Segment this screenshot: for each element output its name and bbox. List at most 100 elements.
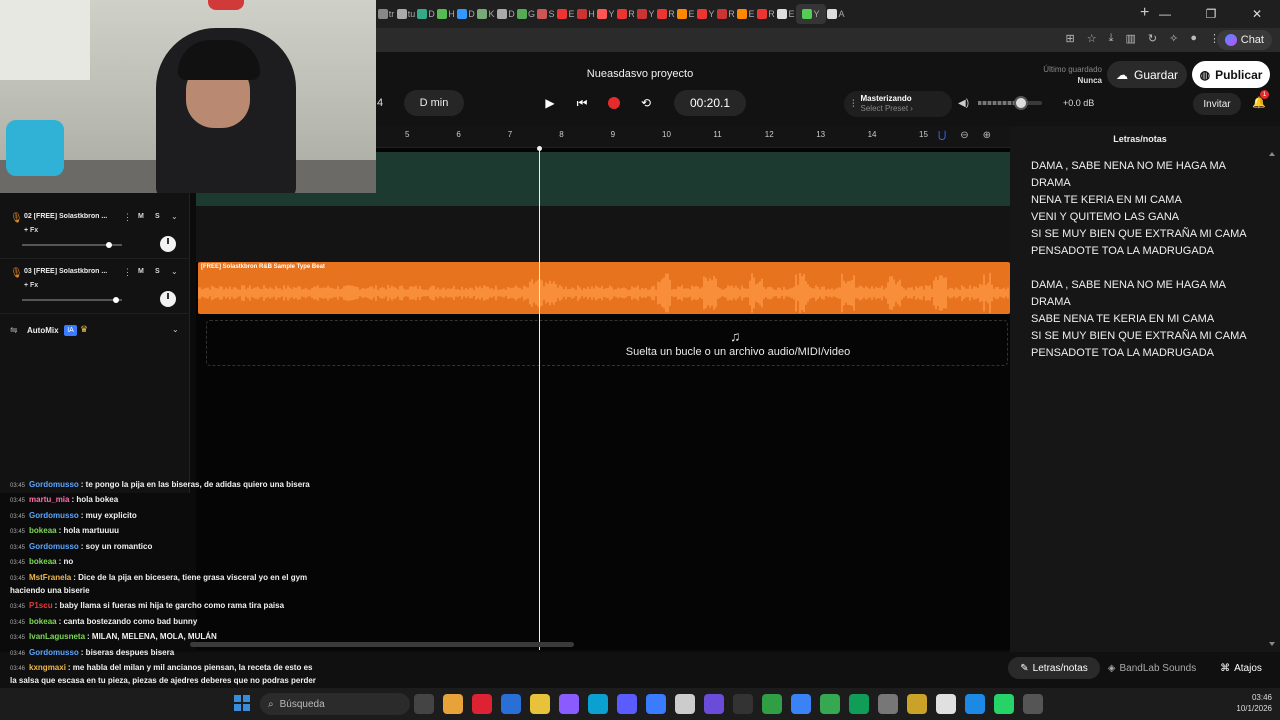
browser-tab[interactable]: H: [576, 4, 596, 24]
master-volume-slider[interactable]: [978, 96, 1042, 110]
browser-tab[interactable]: Y: [696, 4, 716, 24]
volume-knob[interactable]: [1014, 96, 1028, 110]
taskbar-app-icon[interactable]: [762, 694, 782, 714]
play-button[interactable]: ▶: [538, 91, 562, 115]
browser-tab[interactable]: R: [716, 4, 736, 24]
browser-tab[interactable]: R: [616, 4, 636, 24]
track-name[interactable]: 02 [FREE] Solastkbron ...: [24, 213, 120, 220]
horizontal-scrollbar[interactable]: [190, 642, 574, 647]
timeline-ruler[interactable]: 5 6 7 8 9 10 11 12 13 14 15: [376, 126, 1010, 148]
sidebar-icon[interactable]: ▥: [1126, 32, 1136, 45]
lyrics-notes-button[interactable]: ✎ Letras/notas: [1008, 657, 1100, 679]
solo-button[interactable]: S: [155, 268, 160, 275]
scroll-up-icon[interactable]: [1269, 152, 1275, 156]
browser-tab[interactable]: H: [436, 4, 456, 24]
add-fx-button[interactable]: + Fx: [24, 282, 38, 289]
browser-tab[interactable]: E: [776, 4, 796, 24]
zoom-in-icon[interactable]: ⊕: [983, 130, 991, 141]
taskbar-app-icon[interactable]: [414, 694, 434, 714]
track-volume-slider[interactable]: [22, 297, 122, 303]
lyrics-scrollbar[interactable]: [1267, 152, 1277, 648]
magnet-icon[interactable]: ⋃: [938, 130, 946, 141]
download-icon[interactable]: ⤓: [1109, 32, 1114, 45]
taskbar-app-icon[interactable]: [936, 694, 956, 714]
playhead-handle[interactable]: [537, 146, 542, 151]
mic-icon[interactable]: 🎙: [10, 213, 23, 224]
browser-tab[interactable]: E: [556, 4, 576, 24]
browser-tab[interactable]: D: [416, 4, 436, 24]
chevron-down-icon[interactable]: ⌄: [172, 325, 179, 334]
taskbar-app-icon[interactable]: [1023, 694, 1043, 714]
browser-tab[interactable]: G: [516, 4, 536, 24]
track-header[interactable]: 🎙 02 [FREE] Solastkbron ... ⋮ M S ⌄ + Fx: [0, 205, 190, 259]
chat-button[interactable]: Chat: [1216, 30, 1272, 50]
taskbar-app-icon[interactable]: [646, 694, 666, 714]
taskbar-app-icon[interactable]: [530, 694, 550, 714]
record-button[interactable]: [602, 91, 626, 115]
maximize-button[interactable]: ❐: [1188, 0, 1234, 28]
browser-tab[interactable]: R: [756, 4, 776, 24]
bandlab-sounds-button[interactable]: ◈ BandLab Sounds: [1104, 657, 1200, 679]
taskbar-app-icon[interactable]: [443, 694, 463, 714]
timecode-display[interactable]: 00:20.1: [674, 90, 746, 116]
browser-tab[interactable]: E: [736, 4, 756, 24]
taskbar-app-icon[interactable]: [994, 694, 1014, 714]
taskbar-clock[interactable]: 03:46 10/1/2026: [1222, 692, 1272, 714]
mute-button[interactable]: M: [138, 268, 144, 275]
slider-handle[interactable]: [106, 242, 112, 248]
track-name[interactable]: 03 [FREE] Solastkbron ...: [24, 268, 120, 275]
browser-tab[interactable]: A: [826, 4, 846, 24]
mute-button[interactable]: M: [138, 213, 144, 220]
browser-tab[interactable]: D: [496, 4, 516, 24]
browser-tab[interactable]: E: [676, 4, 696, 24]
chevron-down-icon[interactable]: ⌄: [171, 212, 178, 221]
mastering-button[interactable]: ⫶ Masterizando Select Preset ›: [844, 91, 952, 117]
taskbar-app-icon[interactable]: [675, 694, 695, 714]
mic-icon[interactable]: 🎙: [10, 268, 23, 279]
zoom-out-icon[interactable]: ⊖: [960, 130, 968, 141]
taskbar-app-icon[interactable]: [617, 694, 637, 714]
add-fx-button[interactable]: + Fx: [24, 227, 38, 234]
extension-icon[interactable]: ⊞: [1066, 32, 1075, 45]
key-selector[interactable]: D min: [404, 90, 464, 116]
taskbar-app-icon[interactable]: [878, 694, 898, 714]
windows-start-icon[interactable]: [234, 695, 250, 711]
taskbar-app-icon[interactable]: [965, 694, 985, 714]
save-button[interactable]: ☁ Guardar: [1107, 61, 1187, 88]
browser-tab[interactable]: K: [476, 4, 496, 24]
refresh-icon[interactable]: ↻: [1148, 32, 1157, 45]
bell-icon[interactable]: 🔔 1: [1252, 90, 1269, 109]
taskbar-search[interactable]: ⌕ Búsqueda: [260, 693, 410, 715]
taskbar-app-icon[interactable]: [704, 694, 724, 714]
taskbar-app-icon[interactable]: [791, 694, 811, 714]
browser-tab[interactable]: S: [536, 4, 556, 24]
close-window-button[interactable]: ✕: [1234, 0, 1280, 28]
taskbar-app-icon[interactable]: [559, 694, 579, 714]
taskbar-app-icon[interactable]: [849, 694, 869, 714]
slider-handle[interactable]: [113, 297, 119, 303]
pan-knob[interactable]: [160, 291, 176, 307]
track-header[interactable]: 🎙 03 [FREE] Solastkbron ... ⋮ M S ⌄ + Fx: [0, 260, 190, 314]
browser-tab[interactable]: D: [456, 4, 476, 24]
taskbar-app-icon[interactable]: [588, 694, 608, 714]
browser-tab[interactable]: Y: [796, 4, 826, 24]
track-lane-2[interactable]: [196, 206, 1010, 262]
chevron-down-icon[interactable]: ⌄: [171, 267, 178, 276]
browser-tab[interactable]: R: [656, 4, 676, 24]
browser-tab[interactable]: Y: [596, 4, 616, 24]
taskbar-app-icon[interactable]: [733, 694, 753, 714]
profile-icon[interactable]: ●: [1190, 32, 1197, 45]
star-icon[interactable]: ☆: [1087, 32, 1097, 45]
drop-zone[interactable]: [206, 320, 1008, 366]
taskbar-app-icon[interactable]: [501, 694, 521, 714]
browser-tab[interactable]: tu: [396, 4, 416, 24]
taskbar-app-icon[interactable]: [472, 694, 492, 714]
track-menu-icon[interactable]: ⋮: [123, 267, 132, 278]
speaker-icon[interactable]: ◀): [958, 98, 969, 109]
browser-tab[interactable]: tr: [376, 4, 396, 24]
shortcuts-button[interactable]: ⌘ Atajos: [1208, 657, 1274, 679]
automix-row[interactable]: ⇋ AutoMix IA ♛ ⌄: [0, 322, 190, 340]
pan-knob[interactable]: [160, 236, 176, 252]
invite-button[interactable]: Invitar: [1193, 93, 1241, 115]
solo-button[interactable]: S: [155, 213, 160, 220]
